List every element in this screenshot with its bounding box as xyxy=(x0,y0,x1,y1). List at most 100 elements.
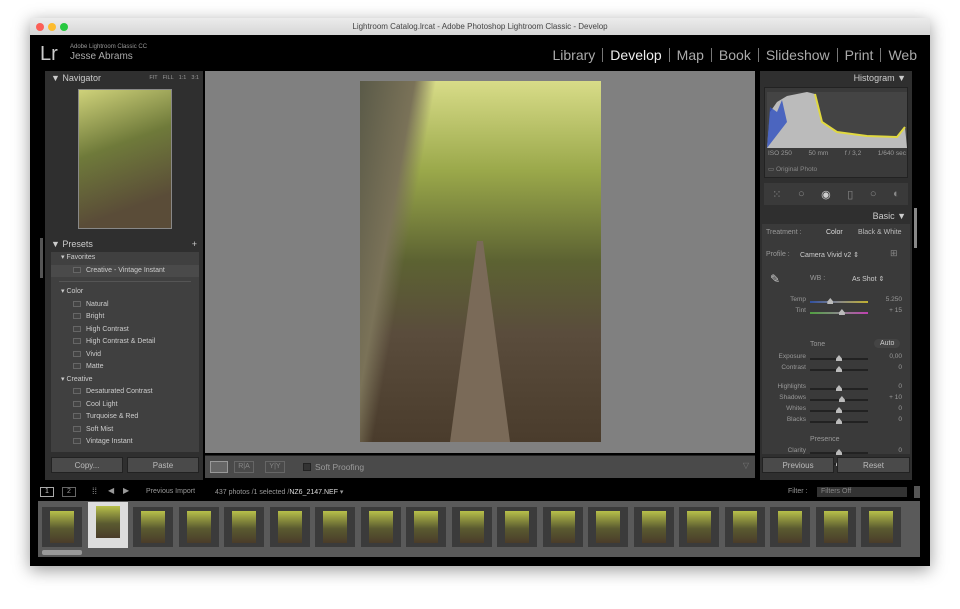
preset-item[interactable]: Turquoise & Red xyxy=(51,411,199,424)
slider-value[interactable]: 5.250 xyxy=(886,296,902,303)
preset-item[interactable]: Soft Mist xyxy=(51,424,199,437)
preset-item[interactable]: Matte xyxy=(51,361,199,374)
left-panel-scrollbar[interactable] xyxy=(40,238,43,278)
paste-button[interactable]: Paste xyxy=(127,457,199,473)
module-library[interactable]: Library xyxy=(546,48,603,62)
slider-highlights[interactable]: Highlights 0 xyxy=(762,383,910,394)
filmstrip-thumbnail[interactable] xyxy=(133,507,173,547)
back-arrow-icon[interactable]: ◀ xyxy=(108,486,114,495)
filmstrip-thumbnail[interactable] xyxy=(406,507,446,547)
filmstrip-thumbnail[interactable] xyxy=(815,507,856,547)
crop-overlay-icon[interactable]: ⁙ xyxy=(772,188,781,201)
filmstrip-thumbnail[interactable] xyxy=(451,507,492,547)
preset-item[interactable]: Creative - Vintage Instant xyxy=(51,264,199,277)
slider-shadows[interactable]: Shadows + 10 xyxy=(762,394,910,405)
profile-select[interactable]: Camera Vivid v2 ⇕ xyxy=(800,251,859,259)
module-print[interactable]: Print xyxy=(836,48,881,62)
profile-browser-icon[interactable]: ⊞ xyxy=(890,248,898,259)
navigator-header[interactable]: ▼ Navigator FIT FILL 1:1 3:1 xyxy=(45,71,203,85)
slider-value[interactable]: 0,00 xyxy=(889,353,902,360)
wb-eyedropper-icon[interactable]: ✎ xyxy=(770,272,780,286)
slider-thumb[interactable] xyxy=(836,385,842,391)
zoom-fit[interactable]: FIT xyxy=(149,75,157,81)
photo-count[interactable]: 437 photos /1 selected /NZ6_2147.NEF ▾ xyxy=(215,488,343,496)
slider-thumb[interactable] xyxy=(836,449,842,455)
preset-item[interactable]: High Contrast & Detail xyxy=(51,336,199,349)
filmstrip-thumbnail[interactable] xyxy=(497,507,537,547)
preset-item[interactable]: Bright xyxy=(51,311,199,324)
slider-tint[interactable]: Tint + 15 xyxy=(762,307,910,318)
slider-thumb[interactable] xyxy=(827,298,834,304)
module-develop[interactable]: Develop xyxy=(602,48,668,62)
slider-contrast[interactable]: Contrast 0 xyxy=(762,364,910,375)
source-label[interactable]: Previous Import xyxy=(146,488,195,495)
auto-tone-button[interactable]: Auto xyxy=(874,339,901,348)
preset-item[interactable]: Cool Light xyxy=(51,399,199,412)
grid-icon[interactable]: ⁞⁞ xyxy=(92,486,97,496)
minimize-button[interactable] xyxy=(48,22,56,31)
filmstrip-thumbnail[interactable] xyxy=(588,507,628,547)
original-photo-toggle[interactable]: ▭ Original Photo xyxy=(768,165,817,173)
slider-value[interactable]: + 15 xyxy=(889,307,902,314)
add-preset-icon[interactable]: + xyxy=(192,237,197,251)
filmstrip-thumbnail[interactable] xyxy=(42,507,82,547)
module-slideshow[interactable]: Slideshow xyxy=(757,48,837,62)
slider-value[interactable]: 0 xyxy=(898,364,902,371)
slider-blacks[interactable]: Blacks 0 xyxy=(762,416,910,427)
soft-proofing-checkbox[interactable] xyxy=(303,463,311,471)
zoom-button[interactable] xyxy=(60,22,68,31)
graduated-filter-icon[interactable]: ▯ xyxy=(847,188,853,201)
main-screen-button[interactable]: 1 xyxy=(40,487,54,497)
slider-value[interactable]: 0 xyxy=(898,416,902,423)
filmstrip-thumbnail[interactable] xyxy=(224,507,264,547)
module-web[interactable]: Web xyxy=(880,48,924,62)
zoom-1-1[interactable]: 1:1 xyxy=(179,75,187,81)
preset-group-favorites[interactable]: ▾ Favorites xyxy=(51,252,199,265)
slider-track[interactable] xyxy=(810,301,868,303)
slider-value[interactable]: 0 xyxy=(898,405,902,412)
slider-value[interactable]: + 10 xyxy=(889,394,902,401)
loupe-view-button[interactable] xyxy=(210,461,228,473)
toolbar-menu-icon[interactable]: ▽ xyxy=(743,461,749,470)
zoom-3-1[interactable]: 3:1 xyxy=(191,75,199,81)
filmstrip-thumbnail[interactable] xyxy=(679,507,719,547)
filmstrip-thumbnail[interactable] xyxy=(724,507,765,547)
filmstrip-scrollbar[interactable] xyxy=(42,550,82,555)
filmstrip-thumbnail[interactable] xyxy=(542,507,583,547)
preset-item[interactable]: Desaturated Contrast xyxy=(51,386,199,399)
preset-item[interactable]: Natural xyxy=(51,299,199,312)
slider-thumb[interactable] xyxy=(836,355,842,361)
filmstrip-thumbnail[interactable] xyxy=(861,507,901,547)
filmstrip-thumbnail[interactable] xyxy=(269,507,310,547)
treatment-bw-button[interactable]: Black & White xyxy=(858,229,902,236)
slider-thumb[interactable] xyxy=(836,407,842,413)
before-after-swap-button[interactable]: Y|Y xyxy=(265,461,285,473)
module-book[interactable]: Book xyxy=(710,48,758,62)
preset-group-creative[interactable]: ▾ Creative xyxy=(51,374,199,387)
filmstrip-thumbnail[interactable] xyxy=(178,507,219,547)
treatment-color-button[interactable]: Color xyxy=(826,229,843,236)
copy-button[interactable]: Copy... xyxy=(51,457,123,473)
filmstrip-thumbnail[interactable] xyxy=(770,507,810,547)
spot-removal-icon[interactable]: ○ xyxy=(798,188,805,200)
slider-thumb[interactable] xyxy=(836,418,842,424)
filmstrip-thumbnail[interactable] xyxy=(360,507,401,547)
slider-thumb[interactable] xyxy=(838,396,845,402)
adjustment-brush-icon[interactable]: ◐ xyxy=(893,188,900,200)
preset-item[interactable]: High Contrast xyxy=(51,324,199,337)
wb-select[interactable]: As Shot ⇕ xyxy=(852,275,884,283)
slider-whites[interactable]: Whites 0 xyxy=(762,405,910,416)
module-map[interactable]: Map xyxy=(668,48,711,62)
filmstrip-thumbnail[interactable] xyxy=(633,507,674,547)
navigator-preview[interactable] xyxy=(78,89,172,229)
slider-exposure[interactable]: Exposure 0,00 xyxy=(762,353,910,364)
slider-thumb[interactable] xyxy=(836,366,842,372)
filmstrip-thumbnail[interactable] xyxy=(315,507,355,547)
red-eye-icon[interactable]: ◉ xyxy=(821,188,831,201)
previous-button[interactable]: Previous xyxy=(762,457,834,473)
slider-temp[interactable]: Temp 5.250 xyxy=(762,296,910,307)
filter-select[interactable]: Filters Off xyxy=(817,487,907,497)
forward-arrow-icon[interactable]: ▶ xyxy=(123,486,129,495)
preset-group-color[interactable]: ▾ Color xyxy=(51,286,199,299)
image-canvas[interactable] xyxy=(205,71,755,453)
